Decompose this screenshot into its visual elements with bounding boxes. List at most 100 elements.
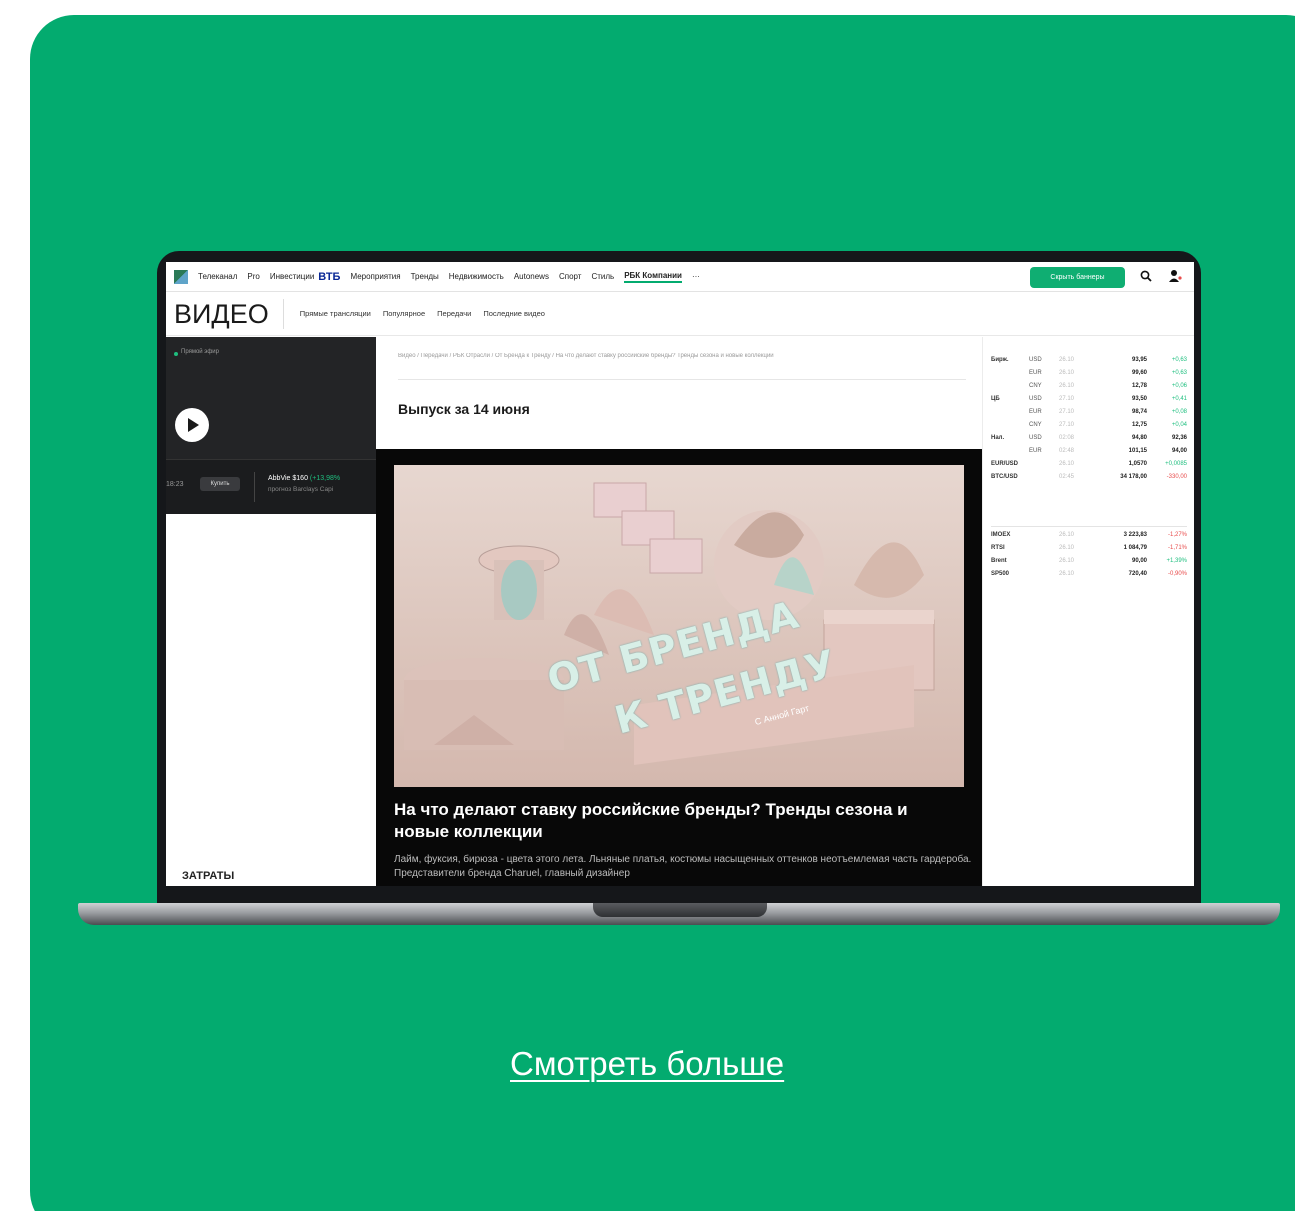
subnav-live[interactable]: Прямые трансляции — [300, 309, 371, 318]
quote-currency: USD — [1029, 357, 1042, 363]
quote-value: 12,78 — [1131, 383, 1147, 389]
subnav-shows[interactable]: Передачи — [437, 309, 471, 318]
top-navigation: Телеканал Pro Инвестиции ВТБ Мероприятия… — [166, 262, 1194, 292]
quote-label: Нал. — [991, 435, 1005, 441]
quote-row[interactable]: EUR/USD 26.10 1,0570 +0,0085 — [983, 459, 1194, 471]
nav-item-tv[interactable]: Телеканал — [198, 272, 237, 281]
video-card[interactable]: ОТ БРЕНДА К ТРЕНДУ С Анной Гарт На что д… — [376, 449, 982, 886]
quote-value: 720,40 — [1128, 571, 1147, 577]
quote-row[interactable]: SP500 26.10 720,40 -0,90% — [983, 569, 1194, 581]
quote-row[interactable]: RTSI 26.10 1 084,79 -1,71% — [983, 543, 1194, 555]
nav-item-events[interactable]: Мероприятия — [350, 272, 400, 281]
quote-currency: USD — [1029, 396, 1042, 402]
quote-row[interactable]: BTC/USD 02:45 34 178,00 -330,00 — [983, 472, 1194, 484]
user-icon[interactable] — [1168, 269, 1182, 283]
nav-item-style[interactable]: Стиль — [591, 272, 614, 281]
video-subnav: ВИДЕО Прямые трансляции Популярное Перед… — [166, 292, 1194, 336]
quote-value: 93,95 — [1131, 357, 1147, 363]
rbc-logo-icon[interactable] — [174, 269, 188, 284]
quote-value: 12,75 — [1131, 422, 1147, 428]
quote-value: 99,60 — [1131, 370, 1147, 376]
breadcrumb[interactable]: Видео / Передачи / РБК Отрасли / От Брен… — [398, 353, 978, 359]
quote-value: 93,50 — [1131, 396, 1147, 402]
quote-value: 94,80 — [1131, 435, 1147, 441]
quote-label: Brent — [991, 558, 1007, 564]
subnav-popular[interactable]: Популярное — [383, 309, 425, 318]
quote-value: 34 178,00 — [1120, 474, 1147, 480]
main-content: Видео / Передачи / РБК Отрасли / От Брен… — [376, 337, 982, 886]
quote-date: 26.10 — [1059, 545, 1075, 551]
quote-row[interactable]: Brent 26.10 90,00 +1,39% — [983, 556, 1194, 568]
see-more-link[interactable]: Смотреть больше — [510, 1045, 784, 1083]
quote-date: 02:08 — [1059, 435, 1075, 441]
quote-label: Бирж. — [991, 357, 1009, 363]
nav-more-button[interactable]: ··· — [692, 272, 700, 281]
ticker-gain: (+13,98% — [309, 475, 341, 482]
issue-title: Выпуск за 14 июня — [398, 401, 530, 417]
quote-date: 26.10 — [1059, 571, 1075, 577]
quote-date: 26.10 — [1059, 383, 1075, 389]
ticker-title[interactable]: AbbVie $160 (+13,98% — [268, 475, 340, 482]
quote-date: 27.10 — [1059, 396, 1075, 402]
quote-currency: CNY — [1029, 383, 1042, 389]
left-column: ЗАТРАТЫ — [166, 514, 376, 886]
quote-row[interactable]: Бирж. USD 26.10 93,95 +0,63 — [983, 355, 1194, 367]
hide-banners-button[interactable]: Скрыть баннеры — [1030, 267, 1125, 288]
quote-row[interactable]: EUR 02:48 101,15 94,00 — [983, 446, 1194, 458]
quote-currency: EUR — [1029, 448, 1042, 454]
search-icon[interactable] — [1140, 270, 1152, 282]
quote-currency: USD — [1029, 435, 1042, 441]
quotes-panel: Бирж. USD 26.10 93,95 +0,63 EUR 26.10 99,60 +0,6… — [982, 337, 1194, 886]
quote-change: -1,27% — [1167, 532, 1187, 538]
quote-date: 26.10 — [1059, 558, 1075, 564]
quote-change: 94,00 — [1171, 448, 1187, 454]
subnav-latest[interactable]: Последние видео — [483, 309, 545, 318]
quote-date: 26.10 — [1059, 461, 1075, 467]
quote-change: -1,71% — [1167, 545, 1187, 551]
play-button[interactable] — [175, 408, 209, 442]
nav-item-companies[interactable]: РБК Компании — [624, 271, 682, 283]
quote-date: 27.10 — [1059, 409, 1075, 415]
ticker-time: 18:23 — [166, 481, 184, 488]
quote-row[interactable]: Нал. USD 02:08 94,80 92,36 — [983, 433, 1194, 445]
video-thumbnail[interactable]: ОТ БРЕНДА К ТРЕНДУ С Анной Гарт — [394, 465, 964, 787]
quote-change: -330,00 — [1166, 474, 1187, 480]
live-dot-icon — [174, 352, 178, 356]
quote-label: ЦБ — [991, 396, 1000, 402]
quote-row[interactable]: EUR 27.10 98,74 +0,08 — [983, 407, 1194, 419]
quote-row[interactable]: CNY 26.10 12,78 +0,06 — [983, 381, 1194, 393]
laptop-notch — [593, 903, 767, 917]
section-title[interactable]: ВИДЕО — [166, 298, 284, 329]
divider — [398, 379, 966, 380]
quote-row[interactable]: EUR 26.10 99,60 +0,63 — [983, 368, 1194, 380]
quote-value: 1,0570 — [1128, 461, 1147, 467]
quote-row[interactable]: IMOEX 26.10 3 223,83 -1,27% — [983, 530, 1194, 542]
nav-item-autonews[interactable]: Autonews — [514, 272, 549, 281]
quote-date: 02:45 — [1059, 474, 1075, 480]
nav-item-vtb[interactable]: ВТБ — [318, 271, 340, 283]
laptop-display: Телеканал Pro Инвестиции ВТБ Мероприятия… — [166, 262, 1194, 886]
quote-label: RTSI — [991, 545, 1005, 551]
quote-value: 98,74 — [1131, 409, 1147, 415]
quote-date: 26.10 — [1059, 370, 1075, 376]
nav-item-pro[interactable]: Pro — [247, 272, 259, 281]
nav-item-investments[interactable]: Инвестиции — [270, 272, 314, 281]
quote-change: +0,63 — [1171, 370, 1187, 376]
nav-item-trends[interactable]: Тренды — [411, 272, 439, 281]
quote-value: 3 223,83 — [1123, 532, 1147, 538]
nav-item-realty[interactable]: Недвижимость — [449, 272, 504, 281]
video-headline[interactable]: На что делают ставку российские бренды? … — [394, 799, 954, 843]
ticker-strip: 18:23 Купить AbbVie $160 (+13,98% прогно… — [166, 459, 376, 514]
quote-date: 26.10 — [1059, 532, 1075, 538]
buy-button[interactable]: Купить — [200, 477, 240, 491]
quotes-divider — [991, 526, 1187, 527]
quote-currency: EUR — [1029, 370, 1042, 376]
nav-item-sport[interactable]: Спорт — [559, 272, 582, 281]
quote-label: BTC/USD — [991, 474, 1018, 480]
quote-value: 101,15 — [1128, 448, 1147, 454]
quote-row[interactable]: CNY 27.10 12,75 +0,04 — [983, 420, 1194, 432]
quote-change: +0,41 — [1171, 396, 1187, 402]
ticker-divider — [254, 472, 255, 502]
quote-row[interactable]: ЦБ USD 27.10 93,50 +0,41 — [983, 394, 1194, 406]
video-description: Лайм, фуксия, бирюза - цвета этого лета.… — [394, 854, 972, 879]
